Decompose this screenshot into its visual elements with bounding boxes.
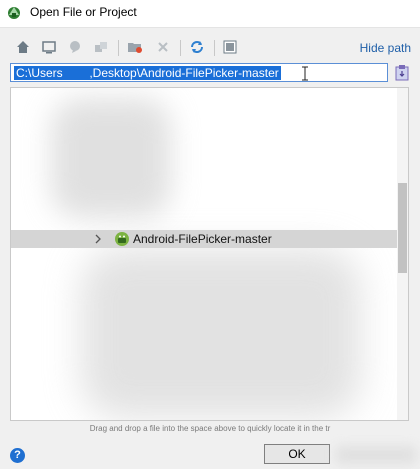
chevron-right-icon[interactable] — [93, 233, 103, 245]
android-studio-icon — [8, 7, 20, 19]
module-icon[interactable] — [92, 38, 110, 56]
drag-drop-hint: Drag and drop a file into the space abov… — [89, 424, 331, 433]
toolbar: Hide path — [0, 32, 420, 62]
delete-icon[interactable] — [154, 38, 172, 56]
home-icon[interactable] — [14, 38, 32, 56]
tree-item-label: Android-FilePicker-master — [133, 232, 272, 246]
show-hidden-icon[interactable] — [221, 38, 239, 56]
path-history-icon[interactable] — [394, 64, 410, 81]
toolbar-separator — [118, 40, 119, 56]
text-cursor-icon — [302, 66, 308, 81]
refresh-icon[interactable] — [188, 38, 206, 56]
toolbar-separator — [214, 40, 215, 56]
new-folder-icon[interactable] — [126, 38, 144, 56]
android-project-icon — [115, 232, 129, 246]
vertical-scrollbar[interactable] — [397, 88, 408, 420]
path-selected-text: C:\Users ,Desktop\Android-FilePicker-mas… — [14, 66, 281, 80]
file-tree[interactable]: Android-FilePicker-master — [10, 87, 409, 421]
tree-row-selected[interactable]: Android-FilePicker-master — [11, 230, 399, 248]
toolbar-separator — [180, 40, 181, 56]
project-icon[interactable] — [66, 38, 84, 56]
ok-button[interactable]: OK — [264, 444, 330, 464]
scrollbar-thumb[interactable] — [398, 183, 407, 273]
blurred-content — [51, 98, 171, 218]
title-bar: Open File or Project — [0, 0, 420, 28]
help-button[interactable]: ? — [10, 448, 25, 463]
window-title: Open File or Project — [30, 5, 137, 19]
blurred-content — [81, 248, 361, 418]
hide-path-link[interactable]: Hide path — [360, 41, 411, 55]
desktop-icon[interactable] — [40, 38, 58, 56]
path-field[interactable]: C:\Users ,Desktop\Android-FilePicker-mas… — [10, 63, 388, 82]
blurred-content — [336, 446, 416, 464]
